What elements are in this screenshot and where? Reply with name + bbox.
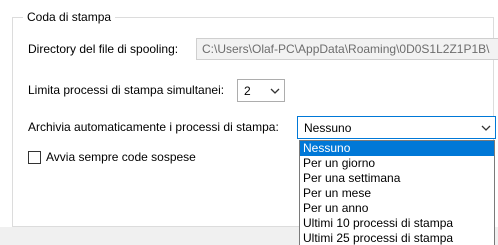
archive-option-one-week[interactable]: Per una settimana xyxy=(300,171,494,186)
archive-option-none[interactable]: Nessuno xyxy=(300,141,494,156)
start-suspended-label: Avvia sempre code sospese xyxy=(46,150,196,164)
simultaneous-jobs-value: 2 xyxy=(244,84,251,98)
archive-jobs-value: Nessuno xyxy=(304,121,352,135)
groupbox-title: Coda di stampa xyxy=(23,10,116,24)
chevron-down-icon xyxy=(481,125,491,131)
archive-option-last-25[interactable]: Ultimi 25 processi di stampa xyxy=(300,231,494,245)
simultaneous-jobs-select[interactable]: 2 xyxy=(237,79,285,102)
archive-option-one-day[interactable]: Per un giorno xyxy=(300,156,494,171)
simultaneous-jobs-label: Limita processi di stampa simultanei: xyxy=(28,83,225,97)
archive-option-one-year[interactable]: Per un anno xyxy=(300,201,494,216)
spool-directory-field[interactable]: C:\Users\Olaf-PC\AppData\Roaming\0D0S1L2… xyxy=(196,38,498,60)
archive-jobs-label: Archivia automaticamente i processi di s… xyxy=(28,120,279,134)
chevron-down-icon xyxy=(270,88,280,94)
start-suspended-checkbox[interactable] xyxy=(28,151,41,164)
print-queue-settings-panel: Coda di stampa Directory del file di spo… xyxy=(0,0,498,245)
archive-option-last-10[interactable]: Ultimi 10 processi di stampa xyxy=(300,216,494,231)
archive-jobs-select[interactable]: Nessuno xyxy=(297,116,496,139)
archive-option-one-month[interactable]: Per un mese xyxy=(300,186,494,201)
archive-options-list: Nessuno Per un giorno Per una settimana … xyxy=(299,140,495,245)
spool-directory-label: Directory del file di spooling: xyxy=(28,42,179,56)
